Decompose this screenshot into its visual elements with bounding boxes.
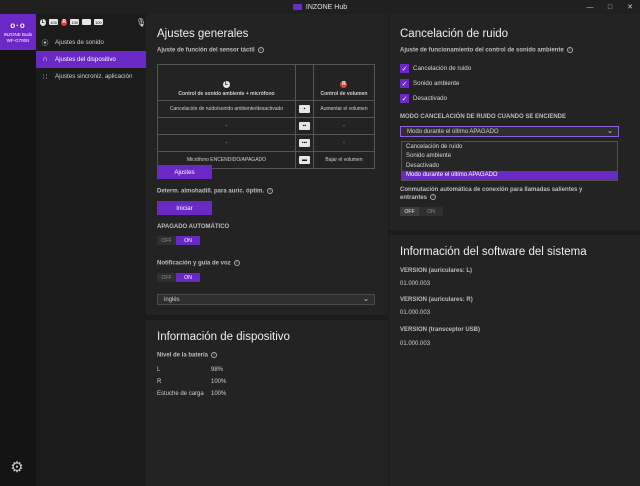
chevron-down-icon: ⌄ — [363, 296, 369, 303]
off-checkbox[interactable]: ✓ Desactivado — [400, 94, 447, 103]
ambient-control-label: Ajuste de funcionamiento del control de … — [400, 47, 573, 54]
headphones-icon: ∩ — [42, 56, 48, 63]
language-select[interactable]: inglés ⌄ — [157, 294, 375, 305]
noise-cancel-panel: Cancelación de ruido Ajuste de funcionam… — [389, 14, 640, 154]
battery-icon: 100 — [93, 19, 103, 25]
version-value: 01.000.003 — [400, 281, 431, 287]
section-title: Información de dispositivo — [157, 331, 290, 343]
ambient-sound-checkbox[interactable]: ✓ Sonido ambiente — [400, 79, 459, 88]
nav-item-label: Ajustes sincroniz. aplicación — [55, 73, 133, 80]
general-settings-panel: Ajustes generales Ajuste de función del … — [146, 14, 388, 315]
help-icon[interactable]: ? — [257, 47, 264, 53]
voice-toggle[interactable]: OFF ON — [157, 273, 200, 282]
page-title: Ajustes generales — [157, 28, 249, 40]
minimize-icon[interactable]: — — [580, 0, 600, 14]
version-value: 01.000.003 — [400, 341, 431, 347]
sensor-col-left: L Control de sonido ambiente + micrófono — [157, 64, 296, 101]
nav-item-device[interactable]: ∩ Ajustes del dispositivo — [36, 51, 146, 68]
fit-label: Determ. almohadill. para auric. óptim.? — [157, 188, 274, 195]
auto-switch-label: Conmutación automática de conexión para … — [400, 187, 583, 201]
nav-item-sound[interactable]: ⦿ Ajustes de sonido — [36, 34, 146, 51]
adjust-button[interactable]: Ajustes — [157, 165, 212, 179]
maximize-icon[interactable]: □ — [600, 0, 620, 14]
dropdown-option[interactable]: Cancelación de ruido — [402, 142, 617, 152]
double-tap-icon: ▪▪ — [298, 122, 310, 130]
sensor-table: L Control de sonido ambiente + micrófono… — [157, 64, 376, 169]
dropdown-option[interactable]: Sonido ambiente — [402, 152, 617, 162]
battery-row-value: 100% — [211, 391, 227, 397]
settings-nav: ⦿ Ajustes de sonido ∩ Ajustes del dispos… — [36, 34, 146, 85]
check-icon: ✓ — [400, 64, 409, 73]
auto-off-toggle[interactable]: OFF ON — [157, 236, 200, 245]
gear-icon[interactable]: ⚙ — [9, 460, 25, 476]
help-icon[interactable]: ? — [566, 47, 573, 53]
nav-item-sync[interactable]: ∷ Ajustes sincroniz. aplicación — [36, 68, 146, 85]
battery-row-value: 98% — [211, 367, 224, 373]
section-title: Información del software del sistema — [400, 246, 587, 258]
startup-mode-select[interactable]: Modo durante el último APAGADO ⌄ — [400, 126, 619, 137]
title-bar: INZONE Hub — □ ✕ — [0, 0, 640, 14]
earbuds-icon: ᴏ·ᴏ — [10, 21, 26, 30]
speaker-icon: ⦿ — [41, 39, 49, 47]
dropdown-option-selected[interactable]: Modo durante el último APAGADO — [402, 170, 617, 180]
grid-icon: ∷ — [42, 73, 48, 81]
device-name: INZONE Buds WF-G700N — [3, 32, 33, 43]
check-icon: ✓ — [400, 94, 409, 103]
mic-icon: 🎙 — [135, 17, 146, 27]
hold-icon: ▬ — [298, 156, 310, 164]
battery-row-value: 100% — [211, 379, 227, 385]
software-info-panel: Información del software del sistema VER… — [389, 235, 640, 486]
help-icon[interactable]: ? — [430, 194, 437, 201]
app-logo-icon — [292, 4, 302, 10]
chevron-down-icon: ⌄ — [607, 128, 613, 135]
nav-item-label: Ajustes de sonido — [55, 39, 104, 46]
voice-label: Notificación y guía de voz? — [157, 260, 240, 267]
battery-row-name: Estuche de carga — [157, 391, 204, 397]
sensor-col-right: R Control de volumen — [312, 64, 376, 101]
battery-label: Nivel de la batería? — [157, 352, 218, 359]
right-earbud-icon: R — [61, 18, 68, 26]
auto-off-label: APAGADO AUTOMÁTICO — [157, 224, 230, 230]
start-button[interactable]: Iniciar — [157, 201, 212, 215]
case-icon — [82, 19, 91, 25]
version-label: VERSION (transceptor USB) — [400, 327, 481, 333]
table-row: - ▪▪▪ - — [157, 134, 376, 152]
help-icon[interactable]: ? — [211, 352, 218, 358]
help-icon[interactable]: ? — [267, 188, 274, 194]
battery-row-name: L — [157, 367, 161, 373]
version-value: 01.000.003 — [400, 310, 431, 316]
device-status-bar: L 100 R 100 100 🎙 — [36, 14, 146, 30]
nav-item-label: Ajustes del dispositivo — [55, 56, 116, 63]
sensor-label: Ajuste de función del sensor táctil? — [157, 47, 264, 54]
left-earbud-icon: L — [40, 18, 47, 26]
battery-row-name: R — [157, 379, 162, 385]
window-controls: — □ ✕ — [580, 0, 640, 14]
section-title: Cancelación de ruido — [400, 28, 509, 40]
table-row: Cancelación de ruido/sonido ambiente/des… — [157, 100, 376, 118]
version-label: VERSION (auriculares: L) — [400, 268, 473, 274]
check-icon: ✓ — [400, 79, 409, 88]
triple-tap-icon: ▪▪▪ — [298, 139, 310, 147]
battery-icon: 100 — [70, 19, 80, 25]
startup-mode-dropdown: Cancelación de ruido Sonido ambiente Des… — [401, 141, 618, 181]
window-title: INZONE Hub — [305, 3, 348, 11]
close-icon[interactable]: ✕ — [620, 0, 640, 14]
single-tap-icon: ▪ — [298, 105, 310, 113]
device-info-panel: Información de dispositivo Nivel de la b… — [146, 320, 388, 486]
version-label: VERSION (auriculares: R) — [400, 297, 473, 303]
help-icon[interactable]: ? — [233, 260, 240, 266]
table-row: - ▪▪ - — [157, 117, 376, 135]
device-sidebar: ᴏ·ᴏ INZONE Buds WF-G700N ⚙ — [0, 14, 36, 486]
startup-mode-label: MODO CANCELACIÓN DE RUIDO CUANDO SE ENCI… — [400, 114, 567, 120]
dropdown-option[interactable]: Desactivado — [402, 161, 617, 171]
noise-cancel-checkbox[interactable]: ✓ Cancelación de ruido — [400, 64, 471, 73]
auto-switch-toggle[interactable]: OFF ON — [400, 207, 443, 216]
battery-icon: 100 — [49, 19, 59, 25]
device-tile[interactable]: ᴏ·ᴏ INZONE Buds WF-G700N — [0, 14, 36, 50]
